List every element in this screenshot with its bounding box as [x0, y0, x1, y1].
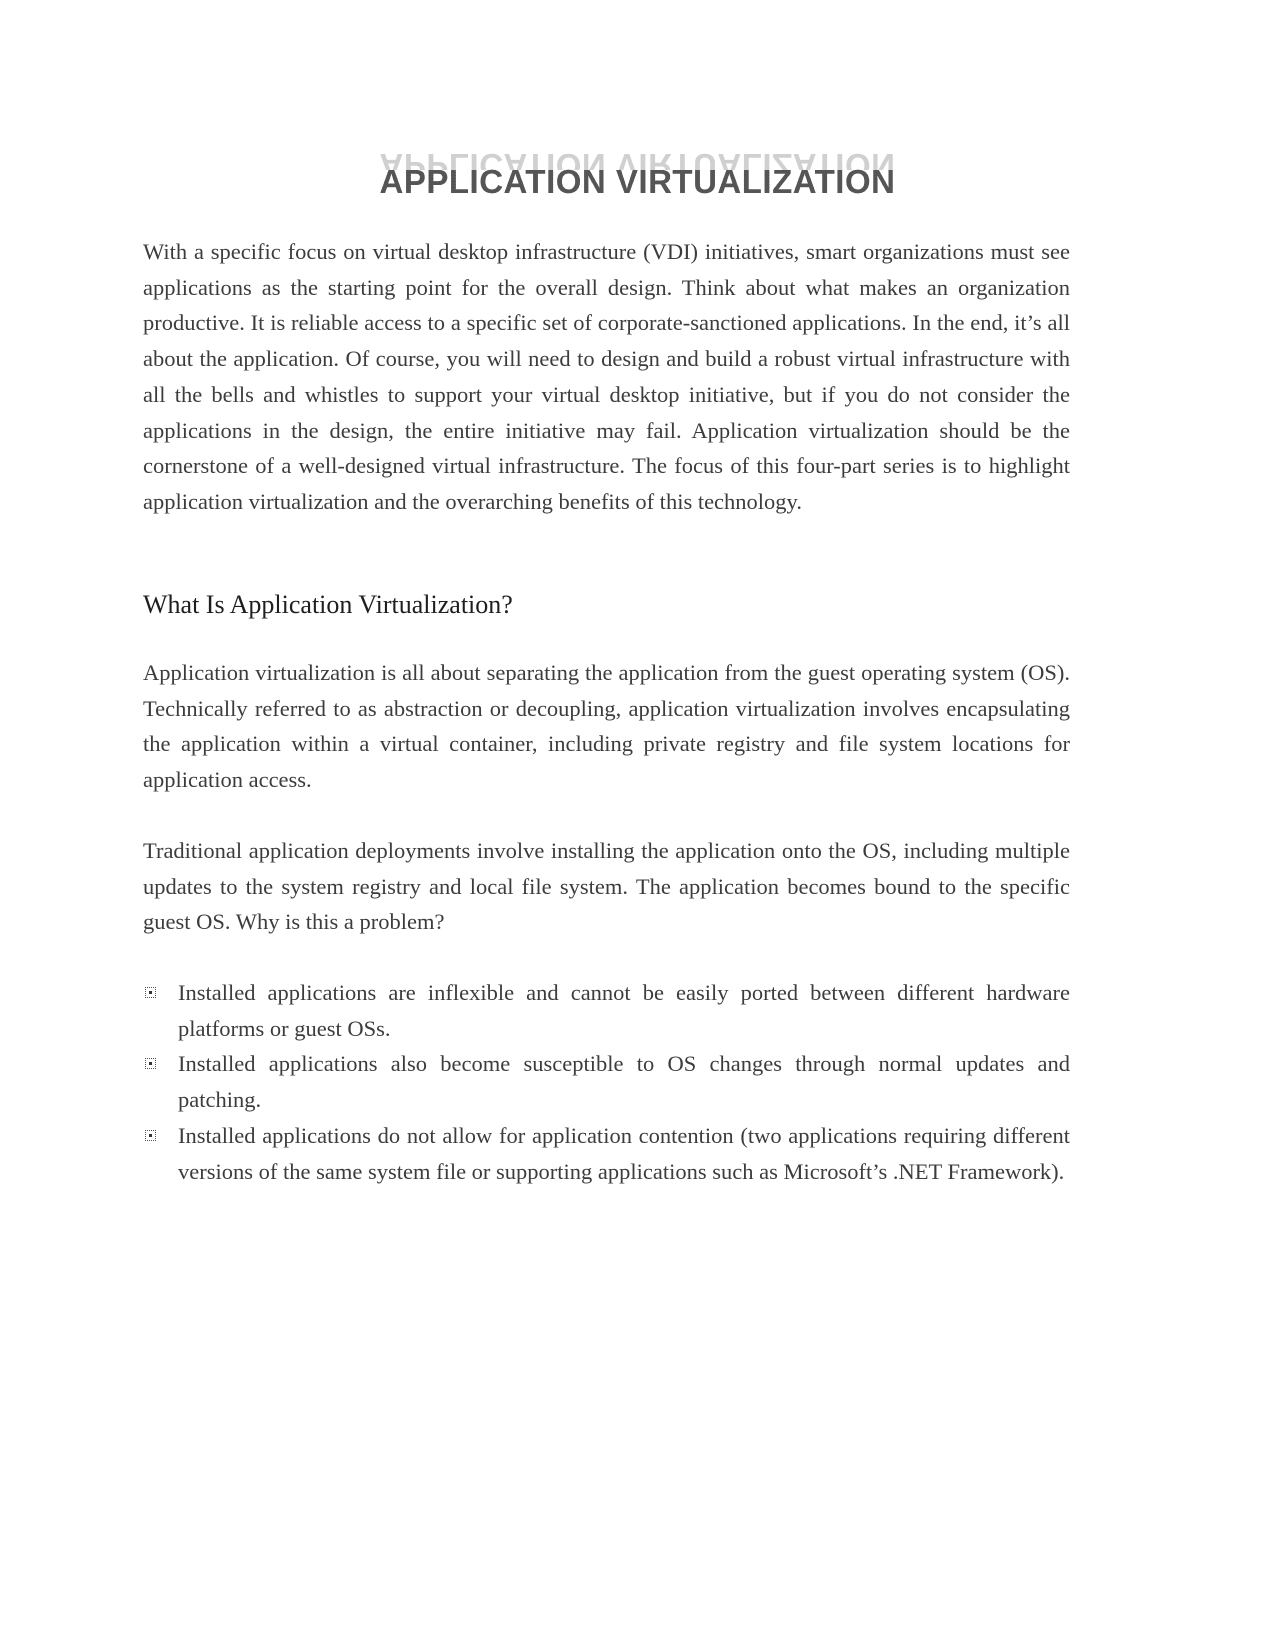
document-page: APPLICATION VIRTUALIZATION APPLICATION V…	[0, 0, 1275, 1650]
document-title: APPLICATION VIRTUALIZATION	[0, 162, 1275, 202]
list-item: Installed applications are inflexible an…	[143, 975, 1070, 1046]
section-heading: What Is Application Virtualization?	[143, 590, 513, 619]
list-item-text: Installed applications also become susce…	[178, 1051, 1070, 1113]
intro-paragraph: With a specific focus on virtual desktop…	[143, 239, 1070, 514]
problem-list: Installed applications are inflexible an…	[143, 975, 1070, 1189]
section-paragraph: Traditional application deployments invo…	[143, 838, 1070, 935]
list-item-text: Installed applications are inflexible an…	[178, 980, 1070, 1041]
square-bullet-icon	[145, 1058, 156, 1070]
list-item: Installed applications also become susce…	[143, 1046, 1070, 1117]
list-item-text: Installed applications do not allow for …	[178, 1122, 1070, 1184]
square-bullet-icon	[145, 987, 156, 998]
section-paragraph: Application virtualization is all about …	[143, 660, 1070, 793]
document-title-text: APPLICATION VIRTUALIZATION	[379, 163, 896, 201]
list-item: Installed applications do not allow for …	[143, 1118, 1070, 1189]
square-bullet-icon	[145, 1129, 156, 1141]
intro-section: With a specific focus on virtual desktop…	[143, 234, 1070, 520]
